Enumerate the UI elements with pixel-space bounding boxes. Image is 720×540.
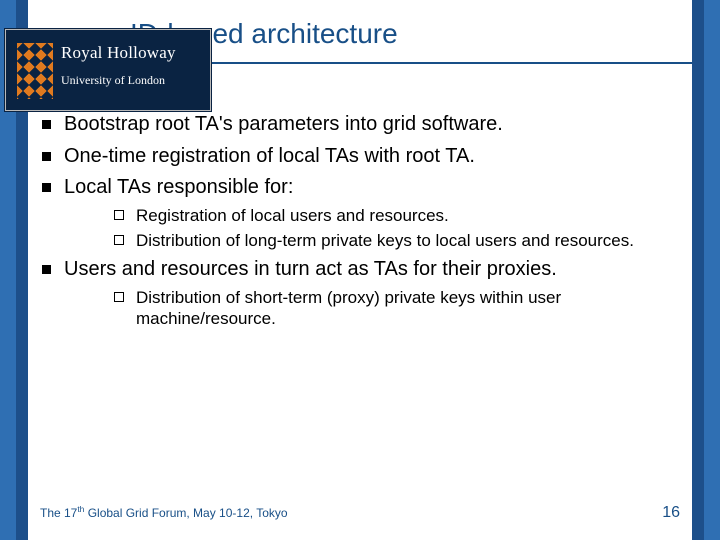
slide-body: Bootstrap root TA's parameters into grid… <box>28 112 692 480</box>
bullet-text: Users and resources in turn act as TAs f… <box>64 258 557 280</box>
venue-suffix: Global Grid Forum, May 10-12, Tokyo <box>84 506 287 520</box>
page-number: 16 <box>662 504 680 522</box>
list-item: Local TAs responsible for: Registration … <box>64 175 692 251</box>
venue-prefix: The 17 <box>40 506 77 520</box>
bullet-text: Registration of local users and resource… <box>136 206 449 225</box>
university-logo: Royal Holloway University of London <box>4 28 212 112</box>
sub-bullet-list: Distribution of short-term (proxy) priva… <box>64 287 692 330</box>
list-item: Users and resources in turn act as TAs f… <box>64 257 692 329</box>
bullet-text: Bootstrap root TA's parameters into grid… <box>64 113 503 135</box>
bullet-text: One-time registration of local TAs with … <box>64 145 475 167</box>
list-item: Registration of local users and resource… <box>136 205 692 226</box>
sub-bullet-list: Registration of local users and resource… <box>64 205 692 252</box>
slide-footer: The 17th Global Grid Forum, May 10-12, T… <box>40 504 680 522</box>
logo-pattern-icon <box>17 43 53 99</box>
list-item: Distribution of long-term private keys t… <box>136 230 692 251</box>
bullet-text: Distribution of short-term (proxy) priva… <box>136 288 561 328</box>
slide-frame: ID-based architecture Royal Holloway Uni… <box>0 0 720 540</box>
slide-title: ID-based architecture <box>130 18 690 50</box>
list-item: Distribution of short-term (proxy) priva… <box>136 287 692 330</box>
logo-text: Royal Holloway University of London <box>61 43 201 88</box>
list-item: Bootstrap root TA's parameters into grid… <box>64 112 692 138</box>
bullet-list: Bootstrap root TA's parameters into grid… <box>28 112 692 329</box>
footer-venue: The 17th Global Grid Forum, May 10-12, T… <box>40 504 288 520</box>
list-item: One-time registration of local TAs with … <box>64 144 692 170</box>
bullet-text: Local TAs responsible for: <box>64 176 293 198</box>
logo-line1: Royal Holloway <box>61 43 201 63</box>
bullet-text: Distribution of long-term private keys t… <box>136 231 634 250</box>
logo-line2: University of London <box>61 73 201 88</box>
